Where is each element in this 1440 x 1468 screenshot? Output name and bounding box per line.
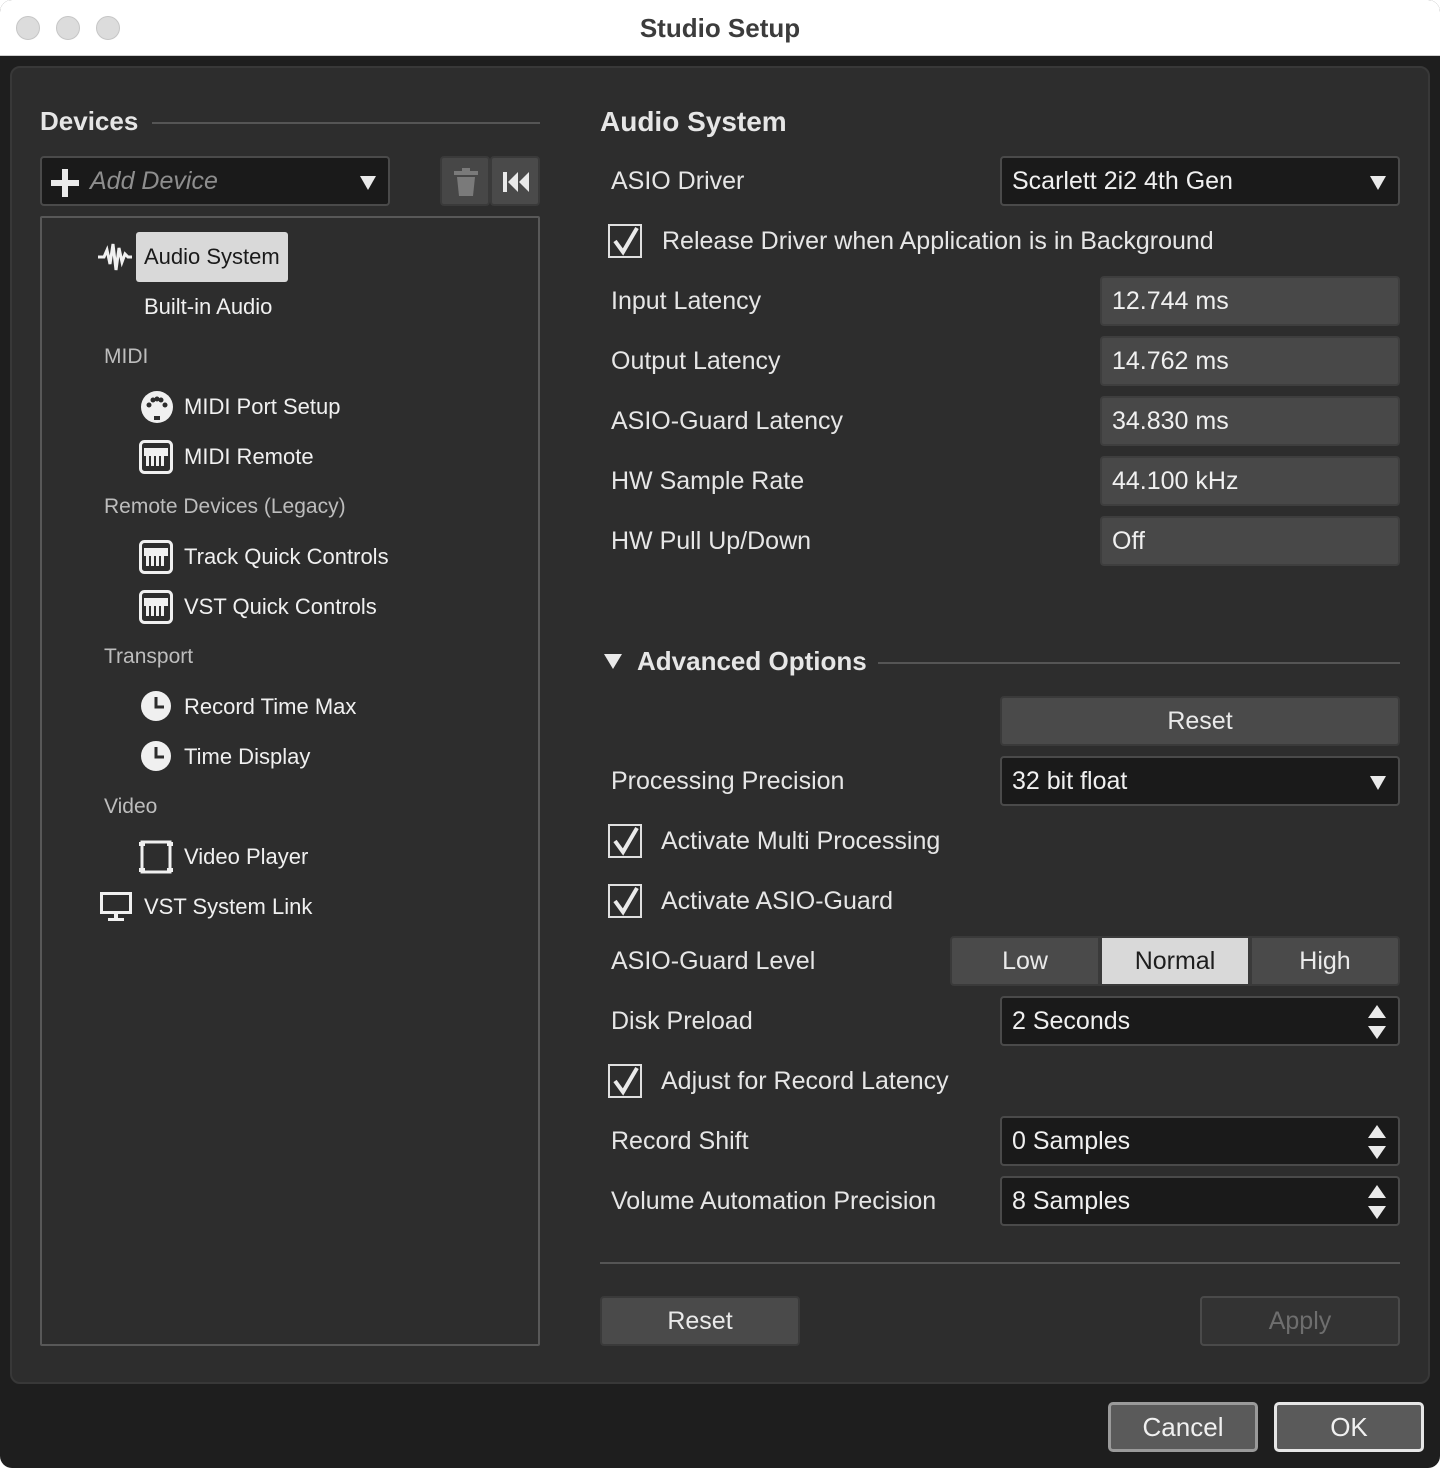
devices-divider <box>152 122 540 124</box>
keyboard-icon <box>139 590 173 624</box>
collapse-triangle-icon[interactable] <box>604 654 622 669</box>
hw-sample-rate-value: 44.100 kHz <box>1100 456 1400 506</box>
add-device-placeholder: Add Device <box>90 167 218 195</box>
multi-processing-checkbox[interactable] <box>608 824 642 858</box>
hw-pull-label: HW Pull Up/Down <box>611 527 812 555</box>
tree-item-label: Audio System <box>144 244 280 269</box>
midi-port-icon <box>141 391 173 423</box>
tree-category-video: Video <box>104 795 158 818</box>
reset-device-button[interactable] <box>490 156 540 206</box>
disk-preload-stepper[interactable]: 2 Seconds <box>1000 996 1400 1046</box>
add-device-dropdown[interactable]: Add Device <box>40 156 390 206</box>
tree-item-track-quick-controls[interactable]: Track Quick Controls <box>184 544 389 570</box>
chevron-down-icon <box>1370 776 1386 790</box>
disk-preload-value: 2 Seconds <box>1012 1007 1131 1035</box>
processing-precision-value: 32 bit float <box>1012 767 1128 795</box>
advanced-options-title[interactable]: Advanced Options <box>637 646 867 677</box>
disk-preload-label: Disk Preload <box>611 1007 753 1035</box>
tree-category-remote-devices: Remote Devices (Legacy) <box>104 495 346 518</box>
plus-icon <box>51 169 79 197</box>
keyboard-icon <box>139 440 173 474</box>
record-shift-stepper[interactable]: 0 Samples <box>1000 1116 1400 1166</box>
multi-processing-label: Activate Multi Processing <box>661 827 941 855</box>
checkmark-icon <box>613 826 639 856</box>
record-shift-value: 0 Samples <box>1012 1127 1131 1155</box>
skip-back-icon <box>503 172 529 192</box>
input-latency-value: 12.744 ms <box>1100 276 1400 326</box>
asio-guard-label: Activate ASIO-Guard <box>661 887 894 915</box>
devices-title: Devices <box>40 106 139 136</box>
processing-precision-dropdown[interactable]: 32 bit float <box>1000 756 1400 806</box>
tree-item-vst-system-link[interactable]: VST System Link <box>144 894 312 920</box>
tree-item-record-time-max[interactable]: Record Time Max <box>184 694 356 720</box>
film-icon <box>139 840 173 874</box>
tree-item-audio-system[interactable]: Audio System <box>136 232 288 282</box>
adjust-record-latency-checkbox[interactable] <box>608 1064 642 1098</box>
device-tree <box>40 216 540 1346</box>
asio-guard-latency-value: 34.830 ms <box>1100 396 1400 446</box>
processing-precision-label: Processing Precision <box>611 767 845 795</box>
chevron-down-icon <box>360 176 376 190</box>
checkmark-icon <box>613 1066 639 1096</box>
asio-guard-latency-label: ASIO-Guard Latency <box>611 407 844 435</box>
keyboard-icon <box>139 540 173 574</box>
tree-item-midi-port-setup[interactable]: MIDI Port Setup <box>184 394 341 420</box>
hw-sample-rate-label: HW Sample Rate <box>611 467 805 495</box>
release-driver-label: Release Driver when Application is in Ba… <box>662 227 1214 255</box>
tree-item-time-display[interactable]: Time Display <box>184 744 310 770</box>
asio-driver-dropdown[interactable]: Scarlett 2i2 4th Gen <box>1000 156 1400 206</box>
apply-button[interactable]: Apply <box>1200 1296 1400 1346</box>
asio-guard-level-high[interactable]: High <box>1250 936 1400 986</box>
tree-item-vst-quick-controls[interactable]: VST Quick Controls <box>184 594 377 620</box>
monitor-icon <box>100 892 132 921</box>
record-shift-label: Record Shift <box>611 1127 749 1155</box>
adjust-record-latency-label: Adjust for Record Latency <box>661 1067 949 1095</box>
ok-button[interactable]: OK <box>1274 1402 1424 1452</box>
bottom-divider <box>600 1262 1400 1264</box>
asio-driver-label: ASIO Driver <box>611 167 745 195</box>
audio-system-title: Audio System <box>600 106 787 137</box>
stepper-arrows-icon[interactable] <box>1368 1125 1386 1159</box>
tree-item-midi-remote[interactable]: MIDI Remote <box>184 444 314 470</box>
delete-device-button[interactable] <box>440 156 490 206</box>
clock-icon <box>141 691 171 721</box>
asio-guard-level-label: ASIO-Guard Level <box>611 947 816 975</box>
tree-item-built-in-audio[interactable]: Built-in Audio <box>144 294 272 320</box>
advanced-options-divider <box>878 662 1400 664</box>
volume-automation-stepper[interactable]: 8 Samples <box>1000 1176 1400 1226</box>
volume-automation-label: Volume Automation Precision <box>611 1187 937 1215</box>
reset-button[interactable]: Reset <box>600 1296 800 1346</box>
tree-category-midi: MIDI <box>104 345 149 368</box>
asio-guard-checkbox[interactable] <box>608 884 642 918</box>
tree-item-video-player[interactable]: Video Player <box>184 844 308 870</box>
output-latency-value: 14.762 ms <box>1100 336 1400 386</box>
release-driver-checkbox[interactable] <box>608 224 642 258</box>
output-latency-label: Output Latency <box>611 347 781 375</box>
checkmark-icon <box>613 226 639 256</box>
asio-driver-value: Scarlett 2i2 4th Gen <box>1012 167 1233 195</box>
asio-guard-level-normal[interactable]: Normal <box>1100 936 1250 986</box>
window-title: Studio Setup <box>639 13 801 43</box>
stepper-arrows-icon[interactable] <box>1368 1185 1386 1219</box>
studio-setup-window: Studio Setup Devices Add Device Audio Sy… <box>0 0 1440 1468</box>
volume-automation-value: 8 Samples <box>1012 1187 1131 1215</box>
asio-guard-level-low[interactable]: Low <box>950 936 1100 986</box>
clock-icon <box>141 741 171 771</box>
chevron-down-icon <box>1370 176 1386 190</box>
cancel-button[interactable]: Cancel <box>1108 1402 1258 1452</box>
title-bar: Studio Setup <box>0 0 1440 56</box>
waveform-icon <box>98 243 132 271</box>
tree-category-transport: Transport <box>104 645 194 668</box>
input-latency-label: Input Latency <box>611 287 762 315</box>
trash-icon <box>454 168 478 196</box>
stepper-arrows-icon[interactable] <box>1368 1005 1386 1039</box>
hw-pull-value: Off <box>1100 516 1400 566</box>
advanced-reset-button[interactable]: Reset <box>1000 696 1400 746</box>
checkmark-icon <box>613 886 639 916</box>
